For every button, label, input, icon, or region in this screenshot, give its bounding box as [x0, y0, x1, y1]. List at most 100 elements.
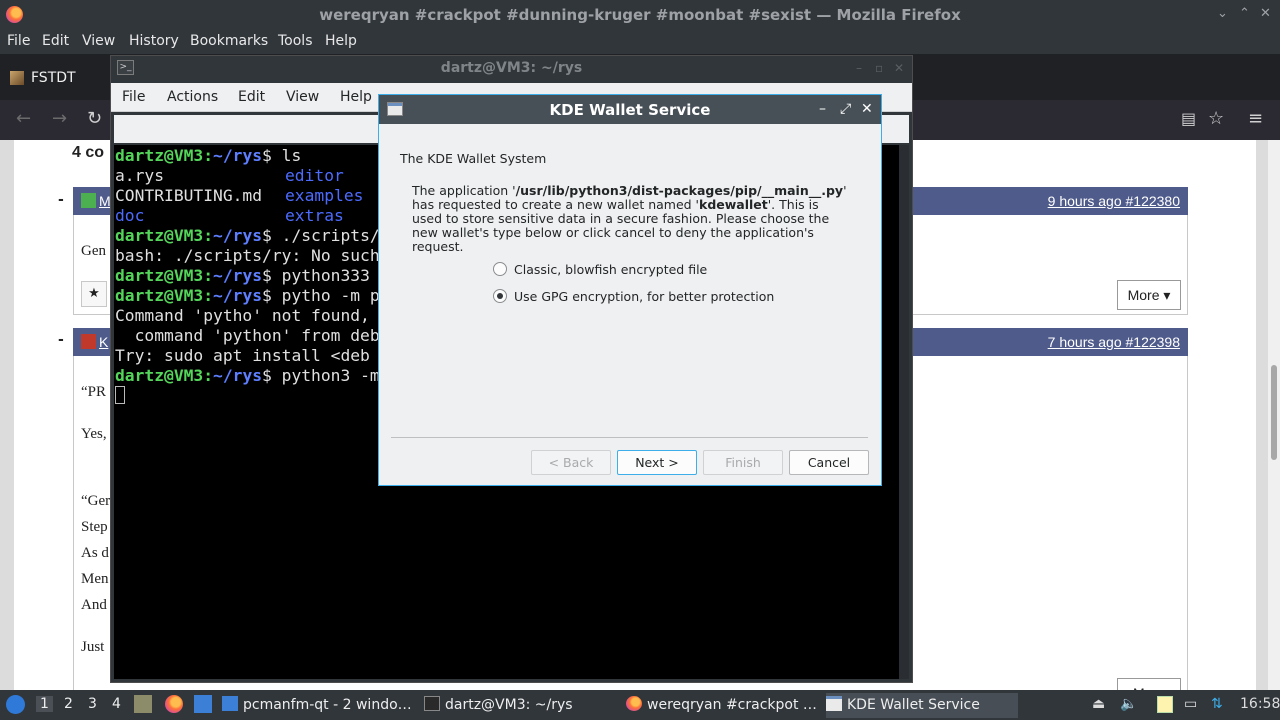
folder-icon [222, 696, 238, 711]
menu-view[interactable]: View [286, 89, 319, 105]
separator [391, 437, 868, 438]
minimize-icon[interactable]: ⌄ [1217, 6, 1228, 21]
close-icon[interactable]: ✕ [861, 101, 873, 117]
upload-icon[interactable]: ⏏ [1092, 696, 1105, 712]
menu-bookmarks[interactable]: Bookmarks [190, 33, 268, 49]
terminal-line: command 'python' from deb [115, 326, 380, 345]
menu-edit[interactable]: Edit [42, 33, 69, 49]
menu-help[interactable]: Help [340, 89, 372, 105]
wallet-name: kdewallet [699, 197, 768, 212]
display-icon[interactable]: ▭ [1184, 696, 1197, 712]
kwallet-dialog[interactable]: KDE Wallet Service – ⤢ ✕ The KDE Wallet … [378, 94, 882, 486]
menu-history[interactable]: History [129, 33, 179, 49]
dialog-description: The application '/usr/lib/python3/dist-p… [412, 184, 852, 254]
more-button[interactable]: More ▾ [1117, 280, 1181, 310]
task-terminal[interactable]: dartz@VM3: ~/rys [424, 693, 620, 718]
menu-edit[interactable]: Edit [238, 89, 265, 105]
task-firefox[interactable]: wereqryan #crackpot … [626, 693, 822, 718]
scrollbar-thumb[interactable] [1271, 365, 1277, 460]
reload-icon[interactable]: ↻ [87, 109, 102, 129]
back-button[interactable]: < Back [531, 450, 611, 475]
maximize-icon[interactable]: ▫ [875, 61, 883, 75]
menu-help[interactable]: Help [325, 33, 357, 49]
terminal-line: dartz@VM3:~/rys$ ./scripts/ [115, 226, 380, 245]
workspace-4[interactable]: 4 [112, 696, 121, 712]
terminal-line: dartz@VM3:~/rys$ python333 [115, 266, 370, 285]
terminal-line [115, 386, 125, 406]
terminal-line: Try: sudo apt install <deb [115, 346, 370, 365]
terminal-titlebar[interactable]: >_ dartz@VM3: ~/rys – ▫ ✕ [111, 56, 912, 83]
post-text-line: Men [81, 571, 109, 587]
terminal-line: dartz@VM3:~/rys$ ls [115, 146, 302, 165]
post-permalink[interactable]: 9 hours ago #122380 [1048, 193, 1180, 209]
desktop-icon[interactable] [194, 695, 212, 713]
hamburger-menu-icon[interactable]: ≡ [1248, 109, 1263, 129]
post-text-line: “Ger [81, 493, 111, 509]
dialog-body: The KDE Wallet System The application '/… [379, 124, 881, 485]
option-gpg[interactable]: Use GPG encryption, for better protectio… [493, 289, 774, 304]
desc-text: The application ' [412, 183, 516, 198]
close-icon[interactable]: ✕ [1260, 6, 1271, 21]
post-text-line: Yes, [81, 426, 107, 442]
option-blowfish[interactable]: Classic, blowfish encrypted file [493, 262, 707, 277]
task-kwallet[interactable]: KDE Wallet Service [826, 693, 1018, 718]
workspace-1[interactable]: 1 [36, 696, 53, 712]
menu-file[interactable]: File [7, 33, 30, 49]
minimize-icon[interactable]: – [819, 101, 826, 117]
task-label: pcmanfm-qt - 2 windo… [243, 697, 412, 713]
menu-file[interactable]: File [122, 89, 145, 105]
post-text-line: As d [81, 545, 109, 561]
task-label: wereqryan #crackpot … [647, 697, 817, 713]
radio-blowfish[interactable] [493, 262, 507, 276]
post-text: Gen [81, 243, 106, 259]
page-scrollbar[interactable] [1268, 140, 1280, 690]
terminal-title: dartz@VM3: ~/rys [440, 60, 583, 76]
back-icon[interactable]: ← [16, 109, 31, 129]
menu-tools[interactable]: Tools [278, 33, 313, 49]
volume-icon[interactable]: 🔈 [1120, 696, 1137, 712]
post-author-link[interactable]: K [99, 334, 108, 350]
terminal-line: dartz@VM3:~/rys$ pytho -m p [115, 286, 380, 305]
workspace-3[interactable]: 3 [88, 696, 97, 712]
maximize-icon[interactable]: ⌃ [1239, 6, 1250, 21]
dialog-titlebar[interactable]: KDE Wallet Service – ⤢ ✕ [379, 95, 881, 124]
star-icon[interactable]: ★ [81, 281, 107, 307]
post-text-line: And [81, 597, 107, 613]
terminal-line: bash: ./scripts/ry: No such [115, 246, 380, 265]
finish-button[interactable]: Finish [703, 450, 783, 475]
terminal-scrollbar[interactable] [899, 145, 909, 679]
menu-actions[interactable]: Actions [167, 89, 218, 105]
reader-icon[interactable]: ▤ [1181, 109, 1196, 129]
page-heading: 4 co [72, 144, 105, 161]
network-icon[interactable]: ⇅ [1211, 696, 1223, 712]
clipboard-icon[interactable] [1157, 696, 1173, 713]
minimize-icon[interactable]: – [856, 61, 862, 75]
collapse-toggle[interactable]: - [58, 192, 64, 208]
cancel-button[interactable]: Cancel [789, 450, 869, 475]
firefox-icon [626, 696, 642, 711]
radio-gpg[interactable] [493, 289, 507, 303]
post-permalink[interactable]: 7 hours ago #122398 [1048, 334, 1180, 350]
maximize-icon[interactable]: ⤢ [840, 101, 851, 117]
close-icon[interactable]: ✕ [894, 61, 904, 75]
dialog-heading: The KDE Wallet System [400, 151, 547, 166]
task-pcmanfm[interactable]: pcmanfm-qt - 2 windo… [222, 693, 418, 718]
next-button[interactable]: Next > [617, 450, 697, 475]
terminal-line: dartz@VM3:~/rys$ python3 -m [115, 366, 380, 385]
firefox-launcher-icon[interactable] [165, 695, 183, 713]
tab-fstdt[interactable]: FSTDT [0, 58, 112, 98]
post-author-link[interactable]: M [99, 193, 111, 209]
workspace-2[interactable]: 2 [64, 696, 73, 712]
dialog-title: KDE Wallet Service [549, 101, 711, 119]
menu-view[interactable]: View [82, 33, 115, 49]
file-manager-icon[interactable] [134, 695, 152, 713]
terminal-line: CONTRIBUTING.md examples [115, 186, 364, 205]
avatar [81, 334, 96, 349]
forward-icon[interactable]: → [52, 109, 67, 129]
avatar [81, 193, 96, 208]
more-button[interactable]: More [1117, 678, 1181, 690]
bookmark-star-icon[interactable]: ☆ [1208, 109, 1224, 129]
start-menu-icon[interactable] [6, 695, 25, 714]
option-label: Classic, blowfish encrypted file [514, 262, 708, 277]
collapse-toggle[interactable]: - [58, 332, 64, 348]
